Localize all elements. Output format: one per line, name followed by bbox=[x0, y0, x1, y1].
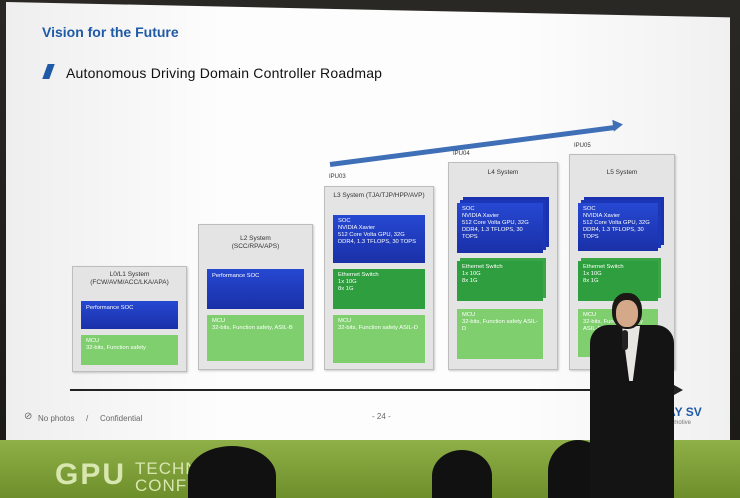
soc-label: Performance SOC bbox=[212, 273, 260, 279]
audience-head bbox=[188, 446, 276, 498]
soc-gpu: 512 Core Volta GPU, 32G bbox=[338, 232, 405, 238]
growth-arrow-head bbox=[612, 118, 624, 132]
ethernet-10g: 1x 10G bbox=[583, 271, 602, 277]
ipu-tag: IPU05 bbox=[574, 143, 591, 149]
mcu-detail: 32-bits, Function safety, ASIL-B bbox=[212, 325, 293, 331]
mcu-label: MCU bbox=[86, 338, 100, 344]
mcu-label: MCU bbox=[462, 312, 476, 318]
mcu-block: MCU 32-bits, Function safety bbox=[81, 335, 178, 365]
mcu-label: MCU bbox=[338, 318, 352, 324]
mcu-detail: 32-bits, Function safety ASIL-D bbox=[462, 319, 538, 332]
banner-gpu: GPU bbox=[55, 458, 127, 491]
footer-separator: / bbox=[86, 414, 89, 423]
soc-label: SOC bbox=[462, 206, 475, 212]
soc-gpu: 512 Core Volta GPU, 32G bbox=[583, 220, 650, 226]
slide-title: Autonomous Driving Domain Controller Roa… bbox=[66, 65, 383, 81]
section-title: Vision for the Future bbox=[42, 24, 179, 40]
audience-head bbox=[432, 450, 492, 498]
ethernet-label: Ethernet Switch bbox=[583, 264, 624, 270]
timeline-arrowhead bbox=[674, 385, 683, 395]
soc-chip: NVIDIA Xavier bbox=[338, 225, 376, 231]
ethernet-1g: 8x 1G bbox=[583, 278, 599, 284]
system-title: L0/L1 System bbox=[109, 271, 150, 278]
system-card-l2: L2 System (SCC/RPA/APS) Performance SOC M… bbox=[198, 224, 313, 370]
mcu-block: MCU 32-bits, Function safety, ASIL-B bbox=[207, 315, 304, 361]
soc-label: SOC bbox=[338, 218, 351, 224]
soc-label: Performance SOC bbox=[86, 305, 134, 311]
soc-perf: DDR4, 1.3 TFLOPS, 30 TOPS bbox=[583, 227, 644, 240]
system-title: L2 System bbox=[240, 235, 271, 242]
mcu-detail: 32-bits, Function safety bbox=[86, 345, 146, 351]
photo-stage: Vision for the Future Autonomous Driving… bbox=[0, 0, 740, 498]
system-subtitle: (FCW/AVM/ACC/LKA/APA) bbox=[90, 279, 169, 286]
soc-label: SOC bbox=[583, 206, 596, 212]
presenter-face bbox=[616, 300, 638, 327]
soc-block: SOC NVIDIA Xavier 512 Core Volta GPU, 32… bbox=[457, 203, 543, 253]
mcu-block: MCU 32-bits, Function safety ASIL-D bbox=[457, 309, 543, 359]
no-photos-label: No photos bbox=[38, 414, 75, 423]
soc-perf: DDR4, 1.3 TFLOPS, 30 TOPS bbox=[462, 227, 523, 240]
soc-block: SOC NVIDIA Xavier 512 Core Volta GPU, 32… bbox=[578, 203, 658, 251]
system-title: L3 System (TJA/TJP/HPP/AVP) bbox=[333, 192, 425, 199]
soc-block: Performance SOC bbox=[81, 301, 178, 329]
soc-perf: DDR4, 1.3 TFLOPS, 30 TOPS bbox=[338, 239, 416, 245]
mcu-label: MCU bbox=[212, 318, 226, 324]
mcu-detail: 32-bits, Function safety ASIL-D bbox=[338, 325, 418, 331]
system-subtitle: (SCC/RPA/APS) bbox=[231, 243, 280, 250]
soc-chip: NVIDIA Xavier bbox=[583, 213, 621, 219]
ipu-tag: IPU04 bbox=[453, 151, 470, 157]
system-title: L4 System bbox=[487, 169, 519, 176]
mcu-label: MCU bbox=[583, 312, 597, 318]
no-photos-icon: ⊘ bbox=[24, 411, 33, 422]
mcu-block: MCU 32-bits, Function safety ASIL-D bbox=[333, 315, 425, 363]
ipu-tag: IPU03 bbox=[329, 174, 346, 180]
soc-chip: NVIDIA Xavier bbox=[462, 213, 500, 219]
soc-block: Performance SOC bbox=[207, 269, 304, 309]
page-number: - 24 - bbox=[372, 412, 391, 421]
system-card-l0-l1: L0/L1 System (FCW/AVM/ACC/LKA/APA) Perfor… bbox=[72, 266, 187, 372]
ethernet-10g: 1x 10G bbox=[338, 279, 357, 285]
ethernet-10g: 1x 10G bbox=[462, 271, 481, 277]
title-accent-mark bbox=[42, 64, 55, 79]
system-card-l4: L4 System SOC NVIDIA Xavier 512 Core Vol… bbox=[448, 162, 558, 370]
ethernet-1g: 8x 1G bbox=[338, 286, 354, 292]
soc-block: SOC NVIDIA Xavier 512 Core Volta GPU, 32… bbox=[333, 215, 425, 263]
ethernet-block: Ethernet Switch 1x 10G 8x 1G bbox=[333, 269, 425, 309]
ethernet-label: Ethernet Switch bbox=[338, 272, 379, 278]
microphone bbox=[622, 330, 628, 350]
soc-gpu: 512 Core Volta GPU, 32G bbox=[462, 220, 529, 226]
system-card-l3: L3 System (TJA/TJP/HPP/AVP) SOC NVIDIA X… bbox=[324, 186, 434, 370]
timeline-axis bbox=[70, 389, 676, 391]
system-title: L5 System bbox=[606, 169, 638, 176]
ethernet-1g: 8x 1G bbox=[462, 278, 478, 284]
ethernet-label: Ethernet Switch bbox=[462, 264, 503, 270]
ethernet-block: Ethernet Switch 1x 10G 8x 1G bbox=[457, 261, 543, 301]
confidential-label: Confidential bbox=[100, 414, 143, 423]
